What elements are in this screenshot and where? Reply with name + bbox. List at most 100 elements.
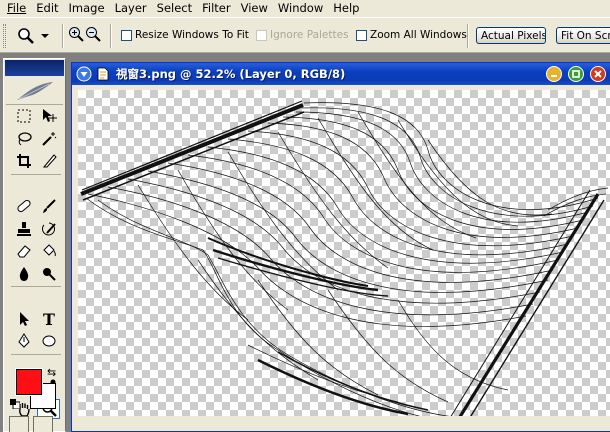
svg-text:T: T bbox=[43, 311, 55, 327]
resize-windows-checkbox[interactable]: Resize Windows To Fit bbox=[121, 29, 249, 41]
actual-pixels-label: Actual Pixels bbox=[481, 29, 546, 42]
bandage-icon bbox=[16, 200, 31, 213]
separator bbox=[62, 24, 64, 48]
history-brush-icon bbox=[41, 222, 56, 236]
zoom-icon bbox=[18, 28, 34, 44]
tool-preset-picker[interactable] bbox=[17, 26, 57, 46]
checkbox-box bbox=[256, 29, 267, 41]
canvas-area[interactable] bbox=[78, 90, 610, 425]
default-colors-icon[interactable] bbox=[10, 399, 20, 409]
maximize-button[interactable] bbox=[568, 66, 584, 82]
move-tool[interactable] bbox=[36, 105, 61, 128]
zoom-all-windows-checkbox[interactable]: Zoom All Windows bbox=[356, 29, 467, 41]
pen-icon bbox=[17, 333, 30, 348]
ignore-palettes-checkbox: Ignore Palettes bbox=[256, 29, 349, 41]
options-grip[interactable] bbox=[3, 24, 6, 48]
fit-on-screen-label: Fit On Scre bbox=[561, 29, 610, 42]
menu-view[interactable]: View bbox=[236, 0, 273, 17]
crop-tool[interactable] bbox=[11, 150, 36, 173]
history-brush-tool[interactable] bbox=[36, 218, 61, 241]
brush-tool[interactable] bbox=[36, 195, 61, 218]
blur-tool[interactable] bbox=[11, 263, 36, 286]
zoom-mode-buttons bbox=[68, 26, 101, 46]
eraser-tool[interactable] bbox=[11, 240, 36, 263]
arrow-icon bbox=[19, 311, 29, 326]
move-icon bbox=[42, 109, 57, 123]
feather-logo-icon bbox=[16, 81, 53, 100]
marquee-tool[interactable] bbox=[11, 105, 36, 128]
magic-wand-tool[interactable] bbox=[36, 128, 61, 151]
fit-on-screen-button[interactable]: Fit On Scre bbox=[556, 27, 610, 44]
menu-edit[interactable]: Edit bbox=[31, 0, 63, 17]
paint-bucket-tool[interactable] bbox=[36, 240, 61, 263]
close-button[interactable] bbox=[590, 66, 606, 82]
path-selection-tool[interactable] bbox=[11, 308, 36, 331]
separator bbox=[467, 24, 469, 48]
actual-pixels-button[interactable]: Actual Pixels bbox=[476, 27, 546, 44]
window-menu-icon[interactable] bbox=[76, 66, 92, 82]
stamp-icon bbox=[16, 221, 31, 236]
menu-layer[interactable]: Layer bbox=[110, 0, 152, 17]
document-title-bar[interactable]: 視窗3.png @ 52.2% (Layer 0, RGB/8) bbox=[72, 63, 610, 85]
menu-help[interactable]: Help bbox=[328, 0, 364, 17]
zoom-in-icon bbox=[69, 27, 84, 42]
document-title: 視窗3.png @ 52.2% (Layer 0, RGB/8) bbox=[116, 67, 346, 81]
app-logo[interactable] bbox=[6, 77, 63, 105]
close-icon bbox=[594, 70, 602, 78]
chevron-down-icon bbox=[41, 34, 49, 38]
menu-filter[interactable]: Filter bbox=[197, 0, 235, 17]
bucket-icon bbox=[42, 244, 56, 257]
color-swatches: ⇆ bbox=[10, 366, 62, 409]
options-bar: Resize Windows To Fit Ignore Palettes Zo… bbox=[0, 17, 610, 53]
type-tool[interactable]: T bbox=[36, 308, 61, 331]
document-window: 視窗3.png @ 52.2% (Layer 0, RGB/8) bbox=[71, 62, 610, 432]
slice-icon bbox=[42, 154, 57, 168]
document-icon bbox=[97, 67, 109, 81]
healing-brush-tool[interactable] bbox=[11, 195, 36, 218]
toolbox: T ⇆ bbox=[3, 58, 66, 432]
slice-tool[interactable] bbox=[36, 150, 61, 173]
checkbox-box[interactable] bbox=[121, 29, 132, 41]
pen-tool[interactable] bbox=[11, 330, 36, 353]
menu-window[interactable]: Window bbox=[273, 0, 328, 17]
menu-image[interactable]: Image bbox=[64, 0, 110, 17]
swap-colors-icon[interactable]: ⇆ bbox=[47, 366, 56, 379]
separator bbox=[11, 286, 61, 289]
ignore-palettes-label: Ignore Palettes bbox=[270, 29, 349, 41]
crop-icon bbox=[16, 154, 31, 169]
wireframe-image bbox=[80, 100, 609, 425]
maximize-icon bbox=[572, 70, 580, 78]
menu-file[interactable]: File bbox=[2, 0, 31, 17]
standard-mode-button[interactable] bbox=[9, 416, 29, 432]
clone-stamp-tool[interactable] bbox=[11, 218, 36, 241]
quick-mask-mode-button[interactable] bbox=[33, 416, 53, 432]
magic-wand-icon bbox=[41, 131, 56, 146]
type-icon: T bbox=[43, 311, 55, 327]
menu-select[interactable]: Select bbox=[152, 0, 197, 17]
eraser-icon bbox=[16, 245, 31, 258]
zoom-out-button[interactable] bbox=[85, 26, 101, 42]
ellipse-icon bbox=[42, 335, 55, 347]
minimize-icon bbox=[551, 75, 557, 77]
checkbox-box[interactable] bbox=[356, 29, 367, 41]
separator bbox=[110, 24, 112, 48]
zoom-in-button[interactable] bbox=[68, 26, 84, 42]
minimize-button[interactable] bbox=[546, 66, 562, 82]
image-canvas[interactable] bbox=[78, 90, 610, 425]
lasso-tool[interactable] bbox=[11, 128, 36, 151]
zoom-out-icon bbox=[86, 27, 101, 42]
resize-windows-label: Resize Windows To Fit bbox=[135, 29, 249, 41]
separator bbox=[11, 353, 61, 357]
quick-mask-buttons bbox=[9, 416, 53, 432]
brush-icon bbox=[42, 199, 56, 214]
foreground-color-swatch[interactable] bbox=[15, 368, 43, 396]
separator bbox=[11, 173, 61, 177]
lasso-icon bbox=[17, 132, 32, 146]
marquee-icon bbox=[17, 109, 30, 123]
toolbox-title-bar[interactable] bbox=[5, 60, 64, 76]
menu-bar: File Edit Image Layer Select Filter View… bbox=[0, 0, 610, 17]
dodge-tool[interactable] bbox=[36, 263, 61, 286]
zoom-all-windows-label: Zoom All Windows bbox=[370, 29, 467, 41]
dodge-icon bbox=[42, 267, 56, 281]
shape-tool[interactable] bbox=[36, 330, 61, 353]
